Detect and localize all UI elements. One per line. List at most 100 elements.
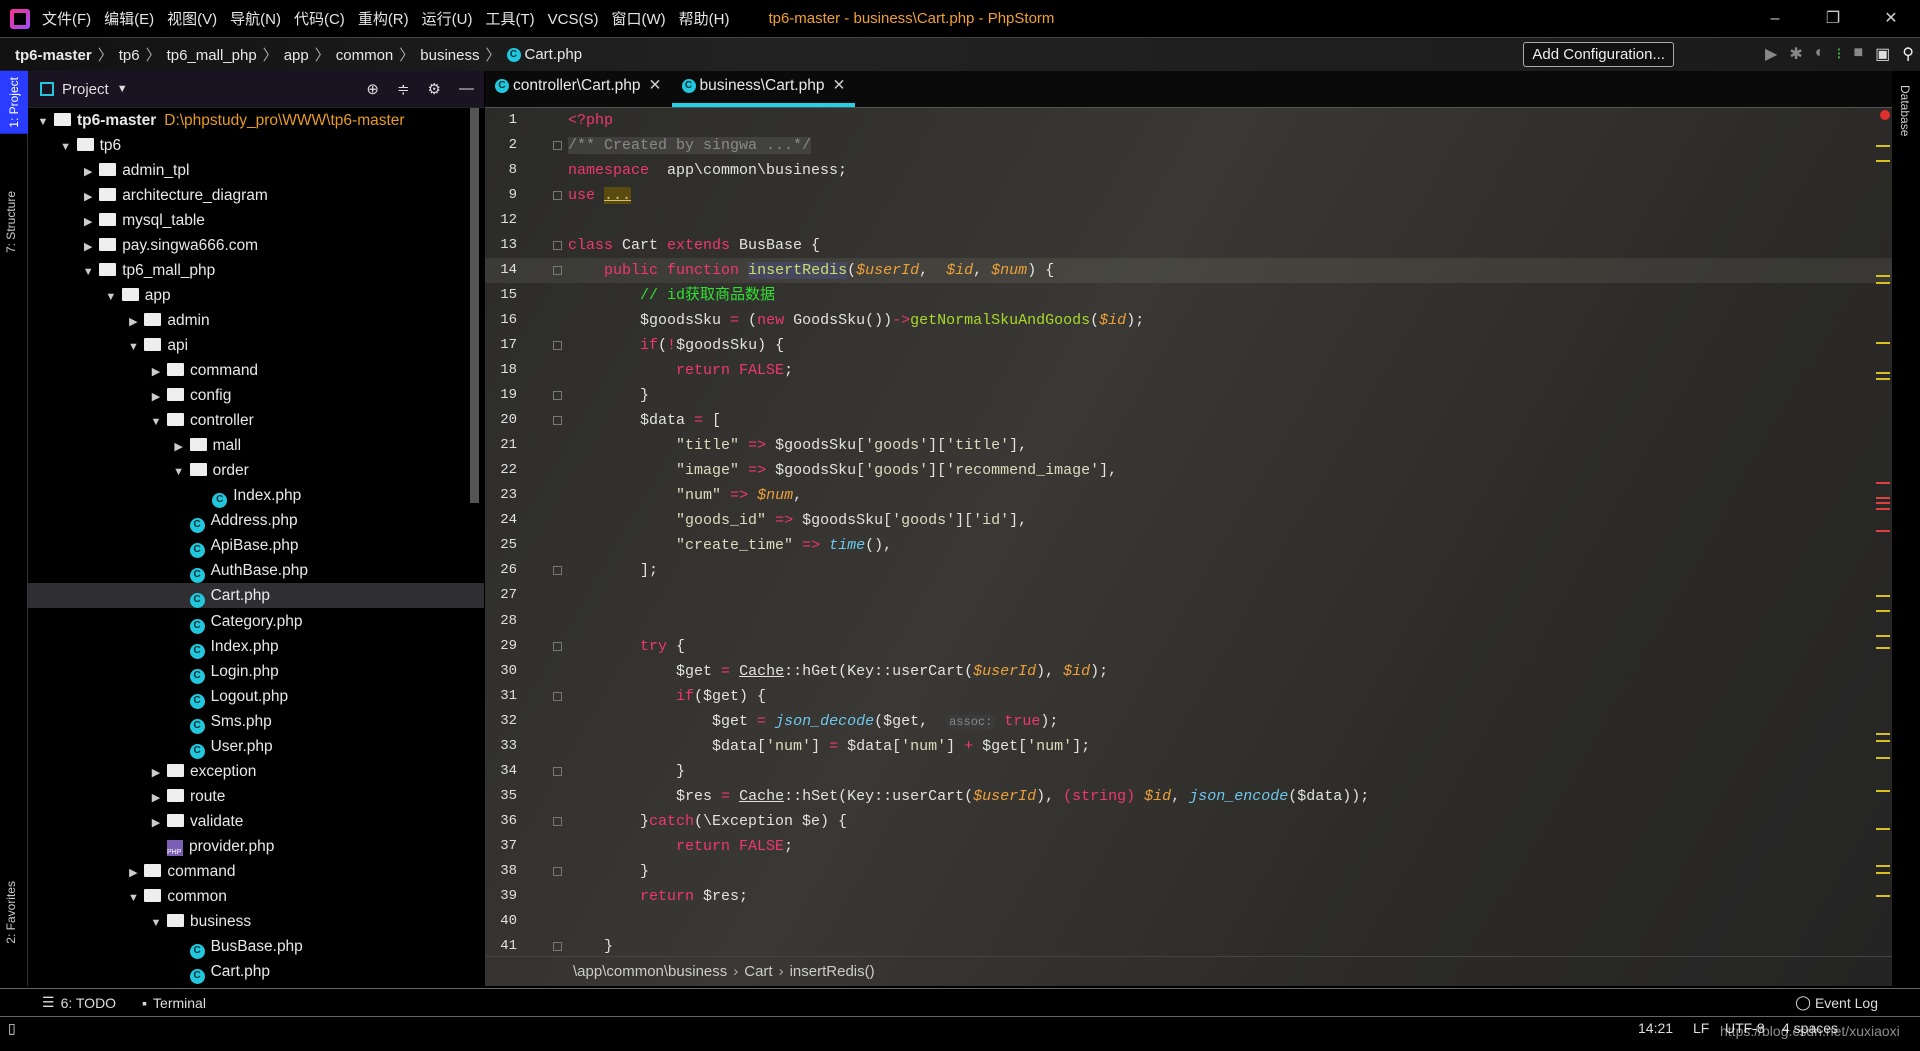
profile-icon[interactable]: ⁝	[1836, 44, 1841, 64]
restore-icon[interactable]: ❐	[1804, 0, 1862, 37]
breadcrumb-item[interactable]: common	[336, 47, 394, 64]
menu-item[interactable]: 窗口(W)	[611, 11, 665, 28]
tab-favorites[interactable]: 2: Favorites	[4, 881, 18, 944]
chevron-right-icon[interactable]: ▶	[145, 761, 167, 786]
terminal-toolbar-icon[interactable]: ▣	[1875, 44, 1890, 64]
run-icon[interactable]: ▶	[1765, 44, 1777, 64]
tree-item[interactable]: C Index.php	[28, 483, 484, 509]
tree-item[interactable]: ▶ exception	[28, 759, 484, 784]
chevron-right-icon[interactable]: ▶	[77, 160, 99, 185]
chevron-right-icon[interactable]: ▶	[145, 786, 167, 811]
code-breadcrumb-item[interactable]: \app\common\business	[573, 963, 727, 980]
fold-icon[interactable]	[553, 816, 562, 826]
error-stripe-mark[interactable]	[1876, 595, 1890, 597]
menu-item[interactable]: 帮助(H)	[679, 11, 730, 28]
error-stripe-mark[interactable]	[1876, 895, 1890, 897]
chevron-right-icon[interactable]: ▶	[77, 210, 99, 235]
tab-database[interactable]: Database	[1898, 85, 1912, 136]
tab-structure[interactable]: 7: Structure	[4, 191, 18, 253]
menu-item[interactable]: 重构(R)	[358, 11, 409, 28]
chevron-right-icon[interactable]: ▶	[77, 185, 99, 210]
tree-item[interactable]: ▶ architecture_diagram	[28, 183, 484, 208]
fold-icon[interactable]	[553, 566, 562, 576]
chevron-down-icon[interactable]: ▼	[77, 260, 99, 285]
error-stripe-mark[interactable]	[1876, 647, 1890, 649]
fold-icon[interactable]	[553, 867, 562, 876]
error-indicator-icon[interactable]	[1880, 110, 1890, 120]
hide-icon[interactable]: —	[459, 80, 474, 98]
fold-icon[interactable]	[553, 416, 562, 426]
chevron-down-icon[interactable]: ▼	[122, 335, 144, 360]
error-stripe-mark[interactable]	[1876, 757, 1890, 759]
tree-item[interactable]: C Cart.php	[28, 583, 484, 609]
error-stripe-mark[interactable]	[1876, 828, 1890, 830]
tree-item[interactable]: ▼ business	[28, 909, 484, 934]
tree-item[interactable]: ▶ admin	[28, 308, 484, 333]
breadcrumb-item[interactable]: tp6	[119, 47, 140, 64]
chevron-down-icon[interactable]: ▼	[55, 135, 77, 160]
collapse-all-icon[interactable]: ≑	[397, 80, 410, 98]
error-stripe-mark[interactable]	[1876, 145, 1890, 147]
chevron-down-icon[interactable]: ▼	[145, 410, 167, 435]
tree-item[interactable]: C Logout.php	[28, 684, 484, 709]
chevron-down-icon[interactable]: ▼	[32, 110, 54, 135]
editor-tab[interactable]: Cbusiness\Cart.php ✕	[671, 70, 856, 107]
locate-icon[interactable]: ⊕	[366, 80, 379, 98]
fold-icon[interactable]	[553, 766, 562, 776]
tree-item[interactable]: ▶ admin_tpl	[28, 158, 484, 183]
debug-icon[interactable]: ✱	[1789, 44, 1802, 64]
menu-item[interactable]: 导航(N)	[230, 11, 281, 28]
tree-item[interactable]: ▶ command	[28, 358, 484, 383]
error-stripe-mark[interactable]	[1876, 733, 1890, 735]
tab-project[interactable]: 1: Project	[0, 71, 28, 134]
minimize-icon[interactable]: –	[1746, 0, 1804, 37]
chevron-down-icon[interactable]: ▼	[100, 285, 122, 310]
tree-item[interactable]: ▶ mall	[28, 433, 484, 458]
tree-item[interactable]: ▼ api	[28, 333, 484, 358]
error-stripe-mark[interactable]	[1876, 530, 1890, 532]
tree-item[interactable]: ▶ config	[28, 383, 484, 408]
tree-scrollbar[interactable]	[470, 108, 479, 503]
caret-position[interactable]: 14:21	[1638, 1020, 1673, 1036]
error-stripe-mark[interactable]	[1876, 160, 1890, 162]
gear-icon[interactable]: ⚙	[428, 80, 441, 98]
tree-item[interactable]: ▼ order	[28, 458, 484, 483]
breadcrumb-item[interactable]: tp6_mall_php	[167, 47, 257, 64]
menu-item[interactable]: 代码(C)	[294, 11, 345, 28]
menu-item[interactable]: 编辑(E)	[104, 11, 154, 28]
tree-item[interactable]: ▶ route	[28, 784, 484, 809]
tree-item[interactable]: C Cart.php	[28, 959, 484, 985]
tree-item[interactable]: C AuthBase.php	[28, 558, 484, 584]
editor-tab[interactable]: Ccontroller\Cart.php ✕	[485, 70, 672, 107]
chevron-right-icon[interactable]: ▶	[145, 811, 167, 836]
close-tab-icon[interactable]: ✕	[832, 76, 845, 95]
search-icon[interactable]: ⚲	[1902, 44, 1914, 64]
code-breadcrumb-item[interactable]: insertRedis()	[790, 963, 875, 980]
tree-item[interactable]: C Sms.php	[28, 709, 484, 734]
breadcrumb-item[interactable]: tp6-master	[15, 47, 92, 64]
project-view-selector[interactable]: Project	[62, 81, 109, 98]
error-stripe-mark[interactable]	[1876, 872, 1890, 874]
add-configuration-button[interactable]: Add Configuration...	[1523, 42, 1674, 67]
fold-icon[interactable]	[553, 240, 562, 250]
chevron-down-icon[interactable]: ▼	[122, 886, 144, 911]
coverage-icon[interactable]: ◐	[1815, 44, 1825, 64]
chevron-down-icon[interactable]: ▼	[145, 911, 167, 936]
fold-icon[interactable]	[553, 190, 562, 200]
close-icon[interactable]: ✕	[1862, 0, 1920, 37]
error-stripe-mark[interactable]	[1876, 282, 1890, 284]
tree-item[interactable]: ▼ tp6-master D:\phpstudy_pro\WWW\tp6-maste…	[28, 108, 484, 133]
tree-item[interactable]: ▼ tp6_mall_php	[28, 258, 484, 283]
code-breadcrumb-item[interactable]: Cart	[744, 963, 772, 980]
fold-icon[interactable]	[553, 391, 562, 401]
fold-icon[interactable]	[553, 942, 562, 952]
tree-item[interactable]: ▶ mysql_table	[28, 208, 484, 233]
error-stripe-mark[interactable]	[1876, 372, 1890, 374]
tree-item[interactable]: C Login.php	[28, 659, 484, 684]
chevron-right-icon[interactable]: ▶	[122, 861, 144, 886]
error-stripe-mark[interactable]	[1876, 378, 1890, 380]
error-stripe-mark[interactable]	[1876, 635, 1890, 637]
stop-icon[interactable]: ■	[1853, 44, 1863, 64]
tree-item[interactable]: ▶ pay.singwa666.com	[28, 233, 484, 258]
tree-item[interactable]: ▼ tp6	[28, 133, 484, 158]
